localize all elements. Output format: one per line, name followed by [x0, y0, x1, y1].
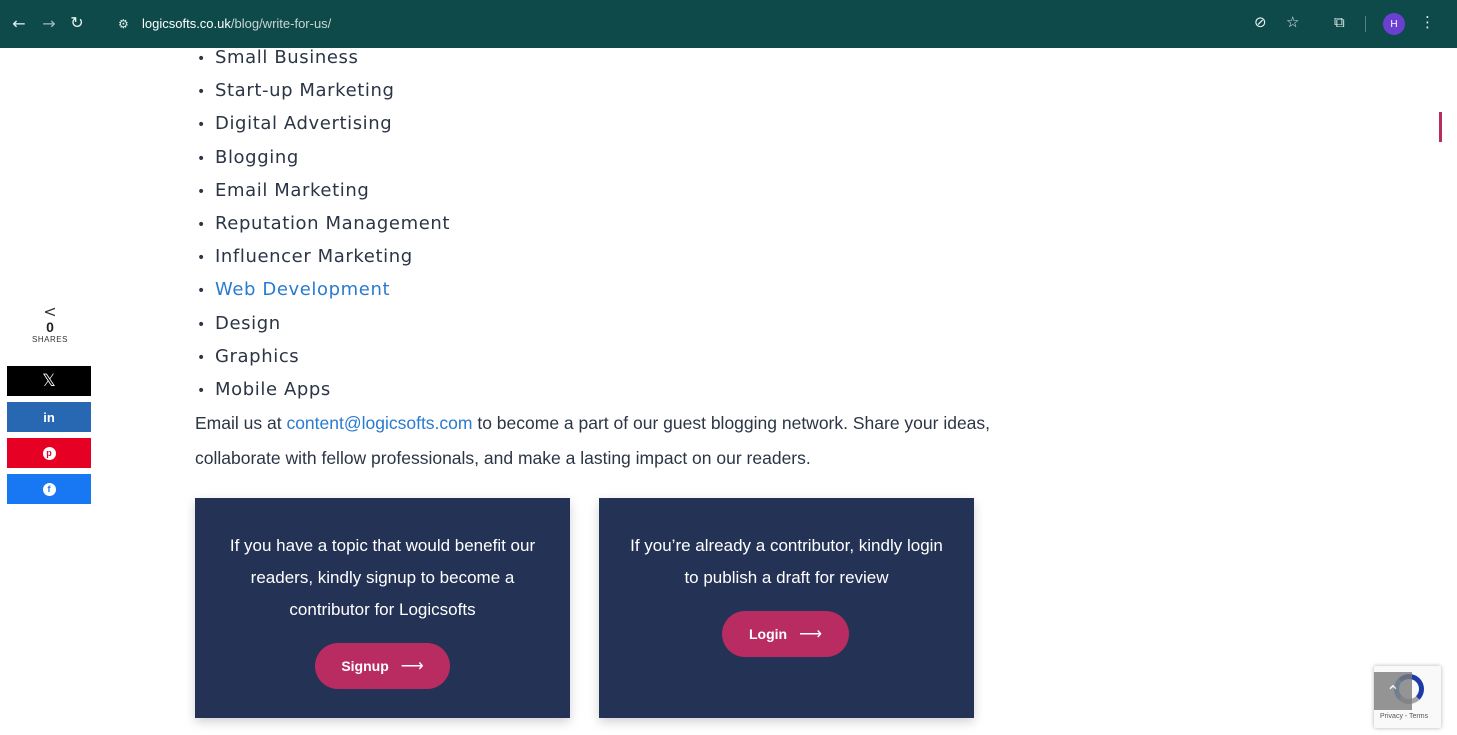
list-item: • Start-up Marketing: [197, 80, 395, 102]
login-card: If you’re already a contributor, kindly …: [599, 498, 974, 718]
forward-arrow-icon[interactable]: →: [38, 14, 60, 33]
facebook-icon: f: [42, 482, 56, 496]
back-arrow-icon[interactable]: ←: [8, 14, 30, 33]
list-item: • Email Marketing: [197, 179, 370, 201]
list-item: • Graphics: [197, 345, 300, 367]
share-label: SHARES: [32, 335, 68, 344]
topic-list: • Small Business • Start-up Marketing • Dig…: [197, 42, 450, 407]
eye-slash-icon[interactable]: ⊘: [1254, 13, 1267, 31]
list-item: • Influencer Marketing: [197, 246, 413, 268]
star-bookmark-icon[interactable]: ☆: [1286, 13, 1299, 31]
linkedin-icon: in: [43, 409, 55, 425]
browser-toolbar: ← → ↻ ⚙ logicsofts.co.uk/blog/write-for-…: [0, 0, 1457, 48]
arrow-right-icon: ⟶: [400, 658, 424, 675]
login-button[interactable]: Login ⟶: [722, 611, 849, 657]
email-paragraph: Email us at content@logicsofts.com to be…: [195, 413, 991, 468]
url-path: /blog/write-for-us/: [230, 16, 332, 31]
share-x-button[interactable]: 𝕏: [7, 366, 91, 396]
share-facebook-button[interactable]: f: [7, 474, 91, 504]
arrow-right-icon: ⟶: [799, 626, 823, 643]
share-pinterest-button[interactable]: p: [7, 438, 91, 468]
address-bar[interactable]: ⚙ logicsofts.co.uk/blog/write-for-us/: [108, 11, 1304, 39]
recaptcha-terms[interactable]: Privacy - Terms: [1380, 713, 1428, 720]
side-accent-bar: [1439, 112, 1442, 142]
chevron-up-icon: ⌃: [1386, 681, 1400, 701]
list-item: • Reputation Management: [197, 213, 451, 235]
signup-button[interactable]: Signup ⟶: [315, 643, 450, 689]
x-logo-icon: 𝕏: [42, 371, 56, 390]
login-card-text: If you’re already a contributor, kindly …: [630, 536, 943, 587]
site-settings-icon[interactable]: ⚙: [118, 17, 129, 31]
pinterest-icon: p: [42, 446, 56, 460]
list-item: • Blogging: [197, 146, 299, 168]
list-item: • Digital Advertising: [197, 113, 393, 135]
scroll-to-top-button[interactable]: ⌃: [1374, 672, 1412, 710]
email-link[interactable]: content@logicsofts.com: [286, 413, 472, 433]
menu-kebab-icon[interactable]: ⋮: [1420, 13, 1435, 31]
reload-icon[interactable]: ↻: [66, 13, 88, 32]
list-item: • Design: [197, 312, 281, 334]
signup-card: If you have a topic that would benefit o…: [195, 498, 570, 718]
list-item: • Mobile Apps: [197, 379, 331, 401]
profile-avatar[interactable]: H: [1383, 13, 1405, 35]
extensions-puzzle-icon[interactable]: ⧉: [1334, 13, 1345, 31]
web-development-link[interactable]: • Web Development: [197, 274, 450, 307]
toolbar-divider: [1365, 16, 1366, 32]
share-count: 0: [46, 319, 54, 335]
url-text[interactable]: logicsofts.co.uk/blog/write-for-us/: [142, 16, 331, 31]
signup-card-text: If you have a topic that would benefit o…: [229, 536, 536, 619]
list-item: • Small Business: [197, 47, 359, 68]
share-icon: <: [43, 302, 57, 321]
url-domain: logicsofts.co.uk: [142, 16, 231, 31]
share-counter: < 0 SHARES: [8, 302, 92, 345]
share-linkedin-button[interactable]: in: [7, 402, 91, 432]
